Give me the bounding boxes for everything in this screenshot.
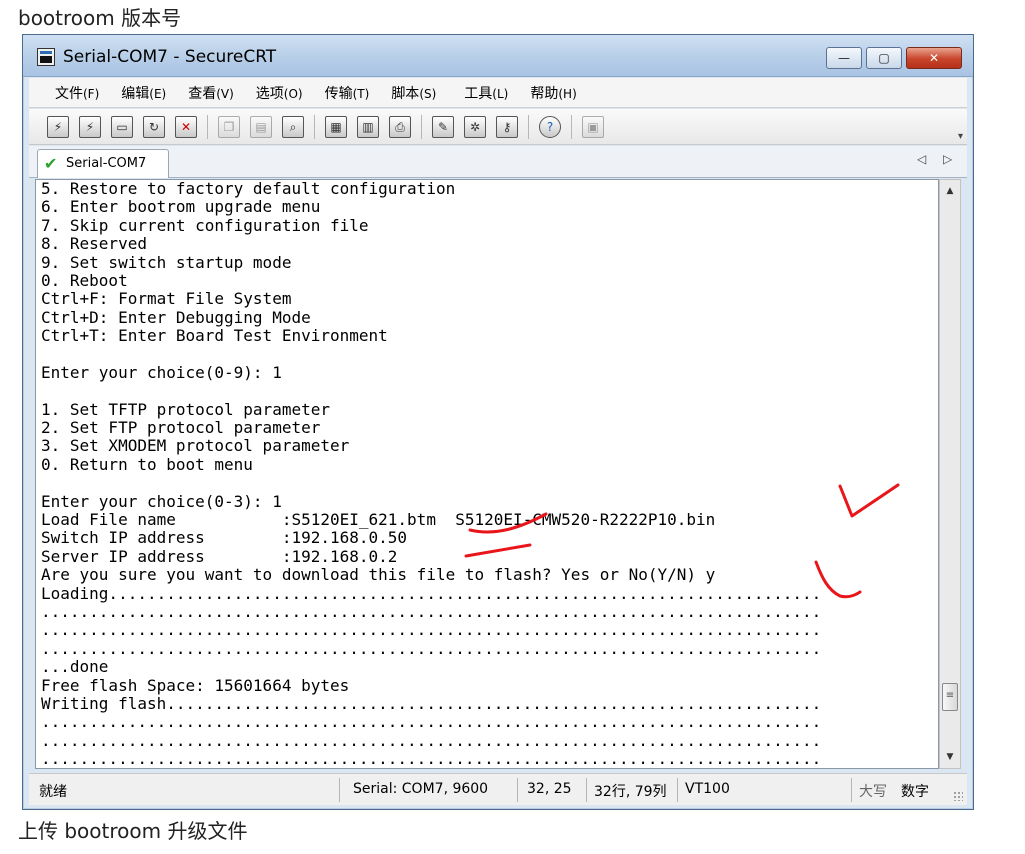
status-connection: Serial: COM7, 9600	[353, 781, 489, 797]
menu-bar: 文件(F) 编辑(E) 查看(V) 选项(O) 传输(T) 脚本(S) 工具(L…	[29, 78, 967, 108]
scroll-thumb[interactable]: ≡	[942, 683, 958, 711]
terminal-line: 0. Reboot	[41, 271, 128, 290]
title-bar[interactable]: Serial-COM7 - SecureCRT — ▢ ✕	[23, 35, 973, 77]
connect-icon[interactable]: ⚡	[47, 115, 69, 138]
maximize-button[interactable]: ▢	[866, 47, 902, 69]
scroll-up-icon[interactable]: ▲	[940, 182, 960, 200]
print-setup-icon[interactable]: ▦	[325, 115, 347, 138]
status-ready: 就绪	[39, 784, 67, 800]
paste-icon[interactable]: ▤	[250, 115, 272, 138]
toolbar-separator	[207, 114, 208, 139]
status-row-col: 32行, 79列	[594, 784, 667, 800]
toolbar: ⚡ ⚡ ▭ ↻ ✕ ❐ ▤ ⌕ ▦ ▥ ⎙ ✎ ✲ ⚷ ? ▣ ▾	[29, 109, 967, 145]
toolbar-separator	[421, 114, 422, 139]
terminal-line: ........................................…	[41, 750, 822, 769]
print-icon[interactable]: ▥	[357, 115, 379, 138]
tab-prev-icon[interactable]: ◁	[917, 152, 926, 166]
terminal-line: Enter your choice(0-3): 1	[41, 492, 282, 511]
terminal-line: Load File name :S5120EI_621.btm S5120EI-…	[41, 511, 716, 530]
disconnect-icon[interactable]: ✕	[175, 115, 197, 138]
tab-next-icon[interactable]: ▷	[943, 152, 952, 166]
terminal-scrollbar[interactable]: ▲ ≡ ▼	[939, 179, 961, 769]
resize-grip-icon[interactable]	[953, 791, 963, 801]
terminal-line: Enter your choice(0-9): 1	[41, 363, 282, 382]
terminal-line: 6. Enter bootrom upgrade menu	[41, 198, 321, 217]
terminal-line: Writing flash...........................…	[41, 694, 822, 713]
terminal-line: 5. Restore to factory default configurat…	[41, 180, 456, 198]
menu-tools[interactable]: 工具(L)	[464, 83, 508, 103]
tab-serial-com7[interactable]: ✔ Serial-COM7	[37, 149, 169, 178]
help-icon[interactable]: ?	[539, 115, 561, 138]
terminal-line: Ctrl+D: Enter Debugging Mode	[41, 308, 311, 327]
status-caps: 大写	[859, 784, 887, 800]
menu-edit[interactable]: 编辑(E)	[121, 83, 166, 103]
terminal-output[interactable]: 5. Restore to factory default configurat…	[35, 179, 939, 769]
toolbar-overflow-icon[interactable]: ▾	[958, 131, 963, 142]
terminal-line: Ctrl+T: Enter Board Test Environment	[41, 327, 388, 346]
terminal-line: 1. Set TFTP protocol parameter	[41, 400, 330, 419]
terminal-line: 0. Return to boot menu	[41, 455, 253, 474]
menu-transfer[interactable]: 传输(T)	[325, 83, 370, 103]
terminal-line: 9. Set switch startup mode	[41, 253, 292, 272]
keymap-icon[interactable]: ⚷	[496, 115, 518, 138]
status-divider	[851, 778, 852, 802]
terminal-line: Loading.................................…	[41, 584, 822, 603]
terminal-line: Switch IP address :192.168.0.50	[41, 529, 408, 548]
status-bar: 就绪 Serial: COM7, 9600 32, 25 32行, 79列 VT…	[29, 773, 967, 805]
terminal-line: 2. Set FTP protocol parameter	[41, 419, 321, 438]
terminal-line: ........................................…	[41, 621, 822, 640]
status-divider	[586, 778, 587, 802]
quick-connect-icon[interactable]: ⚡	[79, 115, 101, 138]
status-divider	[339, 778, 340, 802]
tab-label: Serial-COM7	[66, 156, 147, 171]
toolbar-separator	[528, 114, 529, 139]
close-button[interactable]: ✕	[906, 47, 962, 69]
terminal-line: ........................................…	[41, 713, 822, 732]
status-divider	[517, 778, 518, 802]
session-options-icon[interactable]: ✎	[432, 115, 454, 138]
global-options-icon[interactable]: ✲	[464, 115, 486, 138]
status-terminal-type: VT100	[685, 781, 730, 797]
copy-icon[interactable]: ❐	[218, 115, 240, 138]
minimize-button[interactable]: —	[826, 47, 862, 69]
session-tab-bar: ✔ Serial-COM7 ◁ ▷	[29, 146, 967, 178]
terminal-line: Ctrl+F: Format File System	[41, 290, 292, 309]
status-num: 数字	[901, 784, 929, 800]
terminal-line: Server IP address :192.168.0.2	[41, 547, 398, 566]
connected-check-icon: ✔	[44, 154, 58, 173]
toolbar-separator	[314, 114, 315, 139]
status-cursor: 32, 25	[527, 781, 572, 797]
terminal-line: Free flash Space: 15601664 bytes	[41, 676, 350, 695]
connect-tab-icon[interactable]: ▭	[111, 115, 133, 138]
toolbar-separator	[571, 114, 572, 139]
menu-options[interactable]: 选项(O)	[256, 83, 303, 103]
terminal-line: ........................................…	[41, 602, 822, 621]
sftp-icon[interactable]: ▣	[582, 115, 604, 138]
scroll-down-icon[interactable]: ▼	[940, 748, 960, 766]
status-divider	[677, 778, 678, 802]
find-icon[interactable]: ⌕	[282, 115, 304, 138]
terminal-line: 3. Set XMODEM protocol parameter	[41, 437, 350, 456]
terminal-line: Are you sure you want to download this f…	[41, 566, 716, 585]
menu-help[interactable]: 帮助(H)	[530, 83, 576, 103]
reconnect-icon[interactable]: ↻	[143, 115, 165, 138]
caption-bootroom-version: bootroom 版本号	[18, 6, 182, 30]
securecrt-app-icon[interactable]	[37, 48, 55, 66]
securecrt-window: Serial-COM7 - SecureCRT — ▢ ✕ 文件(F) 编辑(E…	[22, 34, 974, 810]
menu-script[interactable]: 脚本(S)	[391, 83, 436, 103]
terminal-line: ........................................…	[41, 731, 822, 750]
terminal-line: 7. Skip current configuration file	[41, 216, 369, 235]
terminal-line: 8. Reserved	[41, 235, 147, 254]
printer-icon[interactable]: ⎙	[389, 115, 411, 138]
terminal-line: ........................................…	[41, 639, 822, 658]
terminal-line: ...done	[41, 658, 109, 677]
menu-file[interactable]: 文件(F)	[55, 83, 99, 103]
window-title: Serial-COM7 - SecureCRT	[63, 47, 277, 67]
menu-view[interactable]: 查看(V)	[188, 83, 234, 103]
caption-upload-bootroom: 上传 bootroom 升级文件	[18, 819, 248, 843]
